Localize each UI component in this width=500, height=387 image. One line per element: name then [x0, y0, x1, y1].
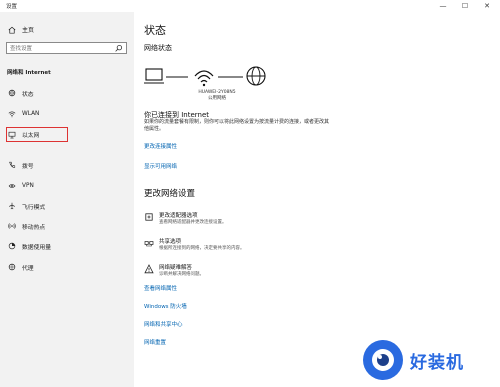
watermark-logo: [363, 340, 403, 380]
change-network-settings-title: 更改网络设置: [144, 189, 196, 199]
sidebar-item-dialup[interactable]: 拨号: [6, 158, 128, 172]
sidebar-item-label: WLAN: [22, 111, 40, 117]
sharing-icon: [144, 241, 154, 247]
main-content: 状态 网络状态 HUAWEI-2Y08N5 公用网络 你已连接到 Interne…: [134, 12, 500, 387]
search-box[interactable]: [6, 42, 127, 54]
sidebar-item-airplane[interactable]: 飞行模式: [6, 199, 128, 213]
search-input[interactable]: [10, 44, 110, 53]
change-adapter-options[interactable]: 更改适配器选项 查看网络适配器并更改连接设置。: [144, 211, 334, 231]
search-icon: [115, 44, 123, 52]
change-connection-properties-link[interactable]: 更改连接属性: [144, 142, 177, 150]
windows-firewall-link[interactable]: Windows 防火墙: [144, 302, 187, 310]
network-status-title: 网络状态: [144, 44, 172, 52]
sidebar-item-label: 以太网: [22, 133, 40, 139]
option-title: 更改适配器选项: [159, 213, 198, 219]
network-troubleshooter[interactable]: 网络疑难解答 诊断并解决网络问题。: [144, 263, 334, 283]
watermark-text: 好装机: [410, 353, 464, 373]
sidebar-item-label: 状态: [22, 91, 34, 98]
app-title: 设置: [6, 4, 18, 10]
option-description: 诊断并解决网络问题。: [159, 272, 204, 277]
network-name-block: HUAWEI-2Y08N5 公用网络: [184, 90, 250, 101]
maximize-button[interactable]: ☐: [454, 0, 476, 12]
sidebar-item-hotspot[interactable]: 移动热点: [6, 219, 128, 233]
sidebar-item-wlan[interactable]: WLAN: [6, 107, 128, 121]
hotspot-icon: [8, 223, 16, 229]
ethernet-icon: [8, 131, 16, 138]
status-icon: [8, 89, 16, 97]
option-description: 查看网络适配器并更改连接设置。: [159, 220, 227, 225]
option-title: 网络疑难解答: [159, 265, 193, 271]
sidebar: 主页 网络和 Internet 状态 WLAN 以太网 拨号 VPN 飞行模式 …: [0, 12, 134, 387]
title-bar: 设置 — ☐ ✕: [0, 0, 500, 12]
sidebar-item-label: VPN: [22, 183, 34, 189]
watermark: 好装机: [358, 336, 498, 384]
computer-icon: [144, 68, 164, 84]
sidebar-item-proxy[interactable]: 代理: [6, 260, 128, 274]
sidebar-section-title: 网络和 Internet: [7, 70, 51, 76]
sidebar-item-data-usage[interactable]: 数据使用量: [6, 239, 128, 253]
sidebar-item-status[interactable]: 状态: [6, 86, 128, 100]
sidebar-item-label: 数据使用量: [22, 244, 51, 251]
network-reset-link[interactable]: 网络重置: [144, 338, 166, 346]
connected-description: 如果你的流量套餐有限制，则你可以将此网络设置为按流量计费的连接，或者更改其他属性…: [144, 119, 330, 132]
troubleshoot-icon: [144, 264, 154, 274]
minimize-button[interactable]: —: [432, 0, 454, 12]
sidebar-home[interactable]: 主页: [8, 25, 34, 34]
sharing-options[interactable]: 共享选项 根据所连接到的网络，决定要共享的内容。: [144, 237, 334, 257]
proxy-icon: [8, 263, 16, 271]
globe-icon: [246, 66, 266, 86]
sidebar-item-ethernet[interactable]: 以太网: [6, 127, 68, 142]
window-controls: — ☐ ✕: [432, 0, 498, 12]
option-description: 根据所连接到的网络，决定要共享的内容。: [159, 246, 245, 251]
sidebar-item-label: 代理: [22, 265, 34, 272]
adapter-icon: [145, 213, 153, 221]
page-title: 状态: [144, 24, 166, 37]
airplane-icon: [9, 202, 15, 210]
wifi-signal-icon: [194, 70, 214, 87]
close-button[interactable]: ✕: [476, 0, 498, 12]
data-usage-icon: [8, 242, 16, 250]
dialup-icon: [9, 161, 16, 168]
option-title: 共享选项: [159, 239, 182, 245]
sidebar-item-label: 飞行模式: [22, 204, 46, 211]
sidebar-item-vpn[interactable]: VPN: [6, 179, 128, 193]
wifi-icon: [8, 111, 16, 118]
vpn-icon: [8, 184, 16, 188]
network-type: 公用网络: [208, 95, 226, 101]
home-icon: [8, 26, 16, 34]
sidebar-home-label: 主页: [22, 27, 35, 34]
show-available-networks-link[interactable]: 显示可用网络: [144, 162, 177, 170]
network-sharing-center-link[interactable]: 网络和共享中心: [144, 320, 183, 328]
sidebar-item-label: 拨号: [22, 163, 34, 170]
sidebar-item-label: 移动热点: [22, 224, 46, 231]
view-network-properties-link[interactable]: 查看网络属性: [144, 284, 177, 292]
